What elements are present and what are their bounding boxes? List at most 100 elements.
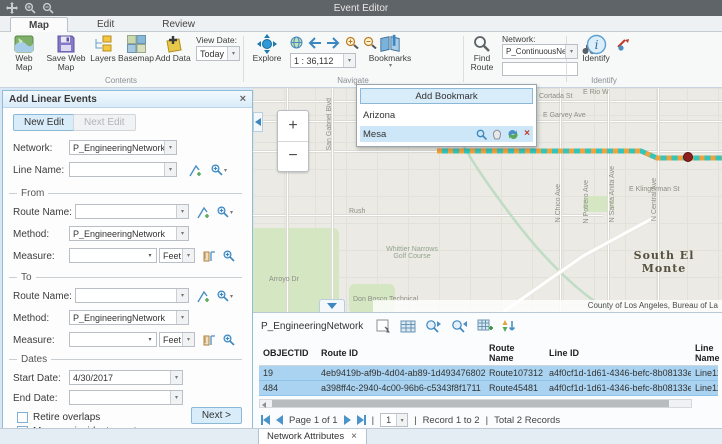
basemap-icon xyxy=(125,34,147,54)
zoom-to-selection-icon[interactable] xyxy=(425,319,442,333)
group-label-identify: Identify xyxy=(567,76,641,85)
network-select[interactable]: P_ContinuousNetwork ▾ xyxy=(502,44,578,59)
find-route-icon xyxy=(471,34,493,54)
add-data-button[interactable]: Add Data xyxy=(155,34,191,63)
from-route-name-select[interactable]: ▾ xyxy=(75,204,189,219)
bookmarks-button[interactable]: Bookmarks ▾ xyxy=(366,34,414,70)
map-street-label: N Central Ave xyxy=(651,178,658,221)
save-web-map-button[interactable]: Save Web Map xyxy=(46,34,86,73)
to-method-select[interactable]: P_EngineeringNetwork ▾ xyxy=(69,310,189,325)
collapse-bottom-panel-button[interactable] xyxy=(319,299,345,312)
to-measure-unit-select[interactable]: Feet ▾ xyxy=(159,332,195,347)
map-scale-combo[interactable]: 1 : 36,112 ▾ xyxy=(290,53,356,68)
sort-icon[interactable] xyxy=(502,319,517,333)
next-extent-icon[interactable] xyxy=(326,37,341,49)
from-measure-label: Measure: xyxy=(13,251,55,262)
explore-button[interactable]: Explore xyxy=(250,34,284,63)
delete-bookmark-icon[interactable]: × xyxy=(524,129,530,139)
table-row[interactable]: 19 4eb9419b-af9b-4d04-ab89-1d493476802b … xyxy=(259,366,718,381)
close-icon[interactable]: × xyxy=(240,93,246,105)
end-date-label: End Date: xyxy=(13,393,57,404)
panel-network-select[interactable]: P_EngineeringNetwork ▾ xyxy=(69,140,177,155)
find-route-button[interactable]: Find Route xyxy=(466,34,498,73)
col-header-route-id[interactable]: Route ID xyxy=(317,341,485,366)
web-map-icon xyxy=(13,34,35,54)
previous-extent-icon[interactable] xyxy=(307,37,322,49)
line-name-select[interactable]: ▾ xyxy=(69,162,177,177)
close-tab-icon[interactable]: × xyxy=(350,430,358,443)
web-map-button[interactable]: Web Map xyxy=(6,34,42,73)
new-edit-button[interactable]: New Edit xyxy=(13,114,75,131)
add-bookmark-button[interactable]: Add Bookmark xyxy=(360,88,533,104)
from-measure-unit-select[interactable]: Feet ▾ xyxy=(159,248,195,263)
ribbon-tabs: Map Edit Review xyxy=(0,16,722,32)
col-header-objectid[interactable]: OBJECTID xyxy=(259,341,317,366)
event-editor-window: Event Editor Map Edit Review Web Map Sav… xyxy=(0,0,722,444)
zoom-to-bookmark-icon[interactable] xyxy=(476,129,487,140)
pan-to-selection-icon[interactable] xyxy=(451,319,468,333)
scrollbar-thumb[interactable] xyxy=(272,400,669,407)
select-route-on-map-icon[interactable] xyxy=(195,204,211,220)
layers-button[interactable]: Layers xyxy=(88,34,118,63)
view-date-select[interactable]: Today ▾ xyxy=(196,46,240,61)
zoom-in-icon[interactable] xyxy=(345,36,359,49)
pan-to-bookmark-icon[interactable] xyxy=(492,129,502,140)
table-options-icon[interactable] xyxy=(400,320,416,333)
last-page-button[interactable] xyxy=(357,415,366,425)
to-measure-input[interactable]: ▾ xyxy=(69,332,157,347)
bookmark-item-arizona[interactable]: Arizona xyxy=(360,107,533,123)
from-method-select[interactable]: P_EngineeringNetwork ▾ xyxy=(69,226,189,241)
from-section: From xyxy=(9,188,242,199)
col-header-line-name[interactable]: Line Name xyxy=(691,341,718,366)
zoom-options-icon[interactable]: ▾ xyxy=(217,204,233,220)
previous-page-button[interactable] xyxy=(276,415,283,425)
zoom-to-measure-icon[interactable] xyxy=(221,332,237,348)
identify-option-icon[interactable] xyxy=(617,38,631,51)
map-street-label: N Santa Anita Ave xyxy=(609,166,616,222)
ribbon-group-identify: i Identify Identify xyxy=(567,32,641,86)
retire-overlaps-checkbox[interactable] xyxy=(17,412,28,423)
next-edit-button[interactable]: Next Edit xyxy=(73,114,136,131)
table-row[interactable]: 484 a398ff4c-2940-4c00-96b6-c5343f8f1711… xyxy=(259,381,718,396)
measure-ruler-icon[interactable] xyxy=(201,248,217,264)
measure-ruler-icon[interactable] xyxy=(201,332,217,348)
tab-edit[interactable]: Edit xyxy=(78,16,133,31)
tab-review[interactable]: Review xyxy=(143,16,214,31)
update-bookmark-icon[interactable] xyxy=(507,129,519,140)
first-page-button[interactable] xyxy=(261,415,270,425)
from-measure-input[interactable]: ▾ xyxy=(69,248,157,263)
bookmark-item-mesa[interactable]: Mesa × xyxy=(360,126,533,142)
zoom-options-icon[interactable]: ▾ xyxy=(217,288,233,304)
start-date-input[interactable]: 4/30/2017 ▾ xyxy=(69,370,183,385)
next-page-button[interactable] xyxy=(344,415,351,425)
map-attribution: County of Los Angeles, Bureau of La xyxy=(373,300,722,312)
col-header-line-id[interactable]: Line ID xyxy=(545,341,691,366)
map-street-label: Rush xyxy=(349,208,365,215)
from-route-name-label: Route Name: xyxy=(13,207,72,218)
map-poi-label: Whittier Narrows Golf Course xyxy=(383,246,441,260)
horizontal-scrollbar[interactable] xyxy=(259,399,692,408)
bookmarks-popup: Add Bookmark Arizona Mesa × xyxy=(356,84,537,147)
network-attributes-tab[interactable]: Network Attributes × xyxy=(258,429,367,444)
col-header-route-name[interactable]: Route Name xyxy=(485,341,545,366)
page-number-select[interactable]: 1 ▾ xyxy=(380,413,408,427)
select-route-on-map-icon[interactable] xyxy=(195,288,211,304)
collapse-left-panel-button[interactable] xyxy=(253,112,263,132)
basemap-button[interactable]: Basemap xyxy=(119,34,153,63)
view-date-label: View Date: xyxy=(196,35,237,45)
globe-icon[interactable] xyxy=(290,36,303,49)
map-zoom-in-button[interactable]: + xyxy=(278,111,308,142)
tab-map[interactable]: Map xyxy=(10,17,68,32)
end-date-input[interactable]: ▾ xyxy=(69,390,183,405)
to-route-name-select[interactable]: ▾ xyxy=(75,288,189,303)
attribute-table: OBJECTID Route ID Route Name Line ID Lin… xyxy=(259,341,718,396)
select-line-on-map-icon[interactable] xyxy=(187,162,203,178)
zoom-to-measure-icon[interactable] xyxy=(221,248,237,264)
select-records-icon[interactable] xyxy=(376,319,391,333)
identify-button[interactable]: i Identify xyxy=(579,34,613,63)
next-button[interactable]: Next > xyxy=(191,407,242,424)
scroll-left-icon[interactable] xyxy=(262,402,266,408)
map-zoom-out-button[interactable]: − xyxy=(278,142,308,172)
attribute-set-icon[interactable] xyxy=(477,319,493,333)
zoom-options-icon[interactable]: ▾ xyxy=(211,162,227,178)
